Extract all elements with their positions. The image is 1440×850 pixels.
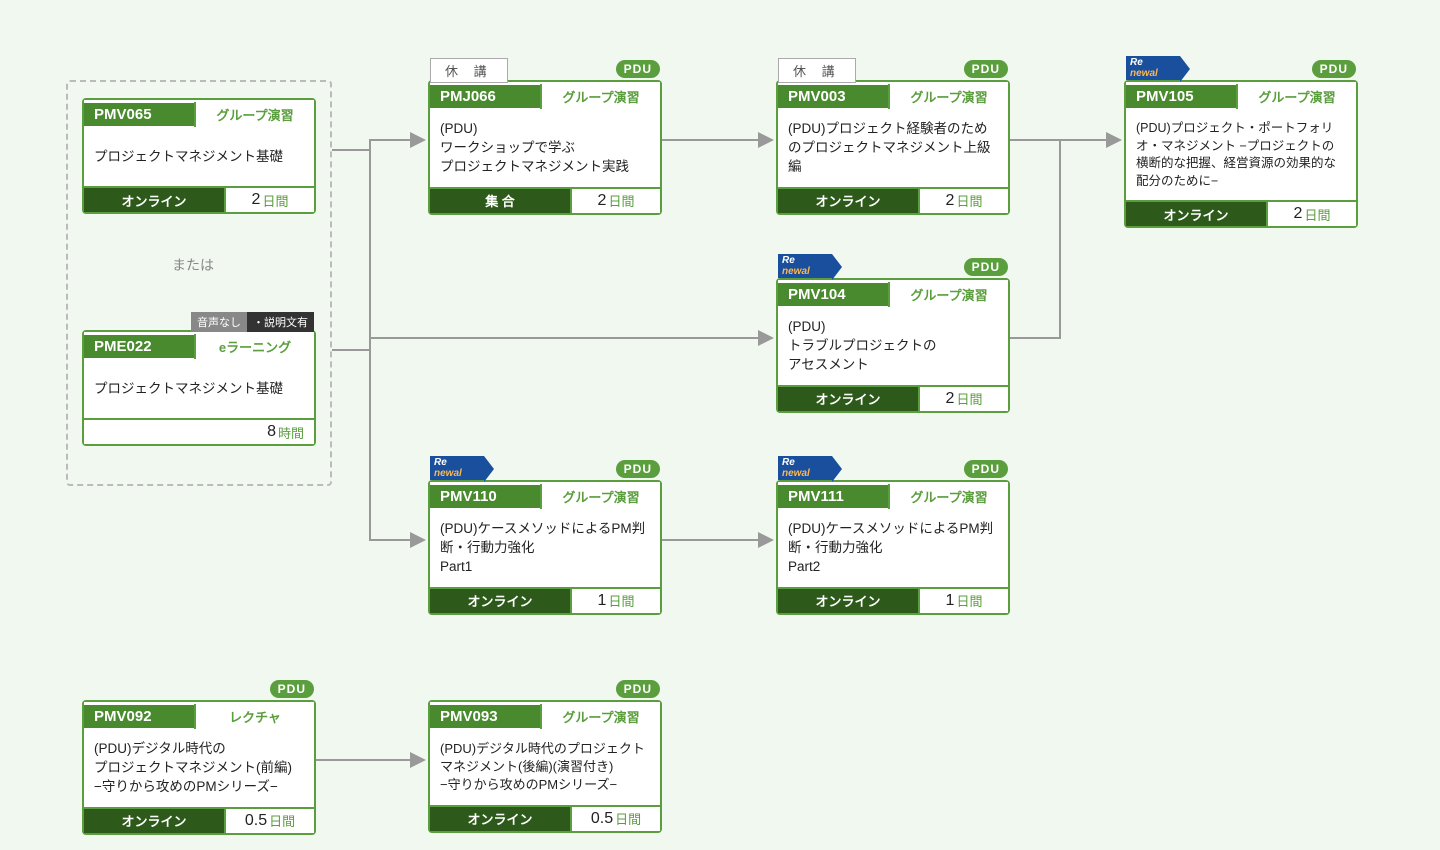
course-code: PMV092 [84, 705, 194, 728]
pdu-badge: PDU [1312, 60, 1356, 78]
course-delivery: オンライン [778, 589, 918, 613]
or-label: または [172, 255, 214, 275]
renewal-badge: Renewal [778, 254, 832, 280]
course-code: PMV093 [430, 705, 540, 728]
course-card-pmj066[interactable]: 休 講 PDU PMJ066 グループ演習 (PDU) ワークショップで学ぶ プ… [428, 80, 662, 215]
course-title: (PDU)プロジェクト経験者のためのプロジェクトマネジメント上級編 [778, 110, 1008, 187]
course-type: eラーニング [194, 334, 314, 359]
course-title: (PDU)ケースメソッドによるPM判断・行動力強化 Part1 [430, 510, 660, 587]
renewal-badge: Renewal [778, 456, 832, 482]
course-title: プロジェクトマネジメント基礎 [84, 360, 314, 418]
course-card-pmv003[interactable]: 休 講 PDU PMV003 グループ演習 (PDU)プロジェクト経験者のための… [776, 80, 1010, 215]
course-code: PME022 [84, 335, 194, 358]
course-duration: 1日間 [570, 589, 660, 613]
course-title: (PDU)ケースメソッドによるPM判断・行動力強化 Part2 [778, 510, 1008, 587]
course-code: PMJ066 [430, 85, 540, 108]
course-card-pme022[interactable]: 音声なし・説明文有 PME022 eラーニング プロジェクトマネジメント基礎 8… [82, 330, 316, 446]
course-type: グループ演習 [540, 484, 660, 509]
course-duration: 8時間 [84, 420, 314, 444]
renewal-badge: Renewal [430, 456, 484, 482]
course-delivery: オンライン [84, 809, 224, 833]
pdu-badge: PDU [964, 258, 1008, 276]
course-delivery: オンライン [84, 188, 224, 212]
course-title: プロジェクトマネジメント基礎 [84, 128, 314, 186]
course-card-pmv105[interactable]: Renewal PDU PMV105 グループ演習 (PDU)プロジェクト・ポー… [1124, 80, 1358, 228]
course-code: PMV110 [430, 485, 540, 508]
course-code: PMV003 [778, 85, 888, 108]
course-type: グループ演習 [194, 102, 314, 127]
course-type: グループ演習 [888, 84, 1008, 109]
pdu-badge: PDU [964, 460, 1008, 478]
course-card-pmv065[interactable]: PMV065 グループ演習 プロジェクトマネジメント基礎 オンライン 2日間 [82, 98, 316, 214]
course-delivery: 集 合 [430, 189, 570, 213]
pdu-badge: PDU [964, 60, 1008, 78]
course-delivery: オンライン [778, 189, 918, 213]
course-type: グループ演習 [540, 704, 660, 729]
course-map-diagram: PMV065 グループ演習 プロジェクトマネジメント基礎 オンライン 2日間 ま… [0, 0, 1440, 850]
course-card-pmv093[interactable]: PDU PMV093 グループ演習 (PDU)デジタル時代のプロジェクトマネジメ… [428, 700, 662, 833]
cancelled-badge: 休 講 [430, 58, 508, 83]
course-delivery: オンライン [430, 807, 570, 831]
audio-badge: 音声なし・説明文有 [191, 312, 314, 332]
course-code: PMV104 [778, 283, 888, 306]
course-duration: 1日間 [918, 589, 1008, 613]
course-card-pmv111[interactable]: Renewal PDU PMV111 グループ演習 (PDU)ケースメソッドによ… [776, 480, 1010, 615]
course-code: PMV105 [1126, 85, 1236, 108]
course-duration: 0.5日間 [224, 809, 314, 833]
course-delivery: オンライン [778, 387, 918, 411]
course-card-pmv092[interactable]: PDU PMV092 レクチャ (PDU)デジタル時代の プロジェクトマネジメン… [82, 700, 316, 835]
course-duration: 2日間 [1266, 202, 1356, 226]
course-title: (PDU) ワークショップで学ぶ プロジェクトマネジメント実践 [430, 110, 660, 187]
course-type: グループ演習 [888, 484, 1008, 509]
course-duration: 2日間 [918, 387, 1008, 411]
course-card-pmv104[interactable]: Renewal PDU PMV104 グループ演習 (PDU) トラブルプロジェ… [776, 278, 1010, 413]
course-duration: 2日間 [918, 189, 1008, 213]
course-delivery: オンライン [1126, 202, 1266, 226]
pdu-badge: PDU [270, 680, 314, 698]
course-type: グループ演習 [1236, 84, 1356, 109]
course-type: グループ演習 [888, 282, 1008, 307]
course-card-pmv110[interactable]: Renewal PDU PMV110 グループ演習 (PDU)ケースメソッドによ… [428, 480, 662, 615]
course-delivery: オンライン [430, 589, 570, 613]
pdu-badge: PDU [616, 680, 660, 698]
course-title: (PDU)デジタル時代のプロジェクトマネジメント(後編)(演習付き) −守りから… [430, 730, 660, 805]
cancelled-badge: 休 講 [778, 58, 856, 83]
course-title: (PDU) トラブルプロジェクトの アセスメント [778, 308, 1008, 385]
course-title: (PDU)デジタル時代の プロジェクトマネジメント(前編) −守りから攻めのPM… [84, 730, 314, 807]
course-duration: 2日間 [224, 188, 314, 212]
course-type: レクチャ [194, 704, 314, 729]
pdu-badge: PDU [616, 460, 660, 478]
course-code: PMV065 [84, 103, 194, 126]
course-type: グループ演習 [540, 84, 660, 109]
course-code: PMV111 [778, 485, 888, 508]
course-duration: 0.5日間 [570, 807, 660, 831]
renewal-badge: Renewal [1126, 56, 1180, 82]
course-title: (PDU)プロジェクト・ポートフォリオ・マネジメント −プロジェクトの横断的な把… [1126, 110, 1356, 200]
course-duration: 2日間 [570, 189, 660, 213]
pdu-badge: PDU [616, 60, 660, 78]
